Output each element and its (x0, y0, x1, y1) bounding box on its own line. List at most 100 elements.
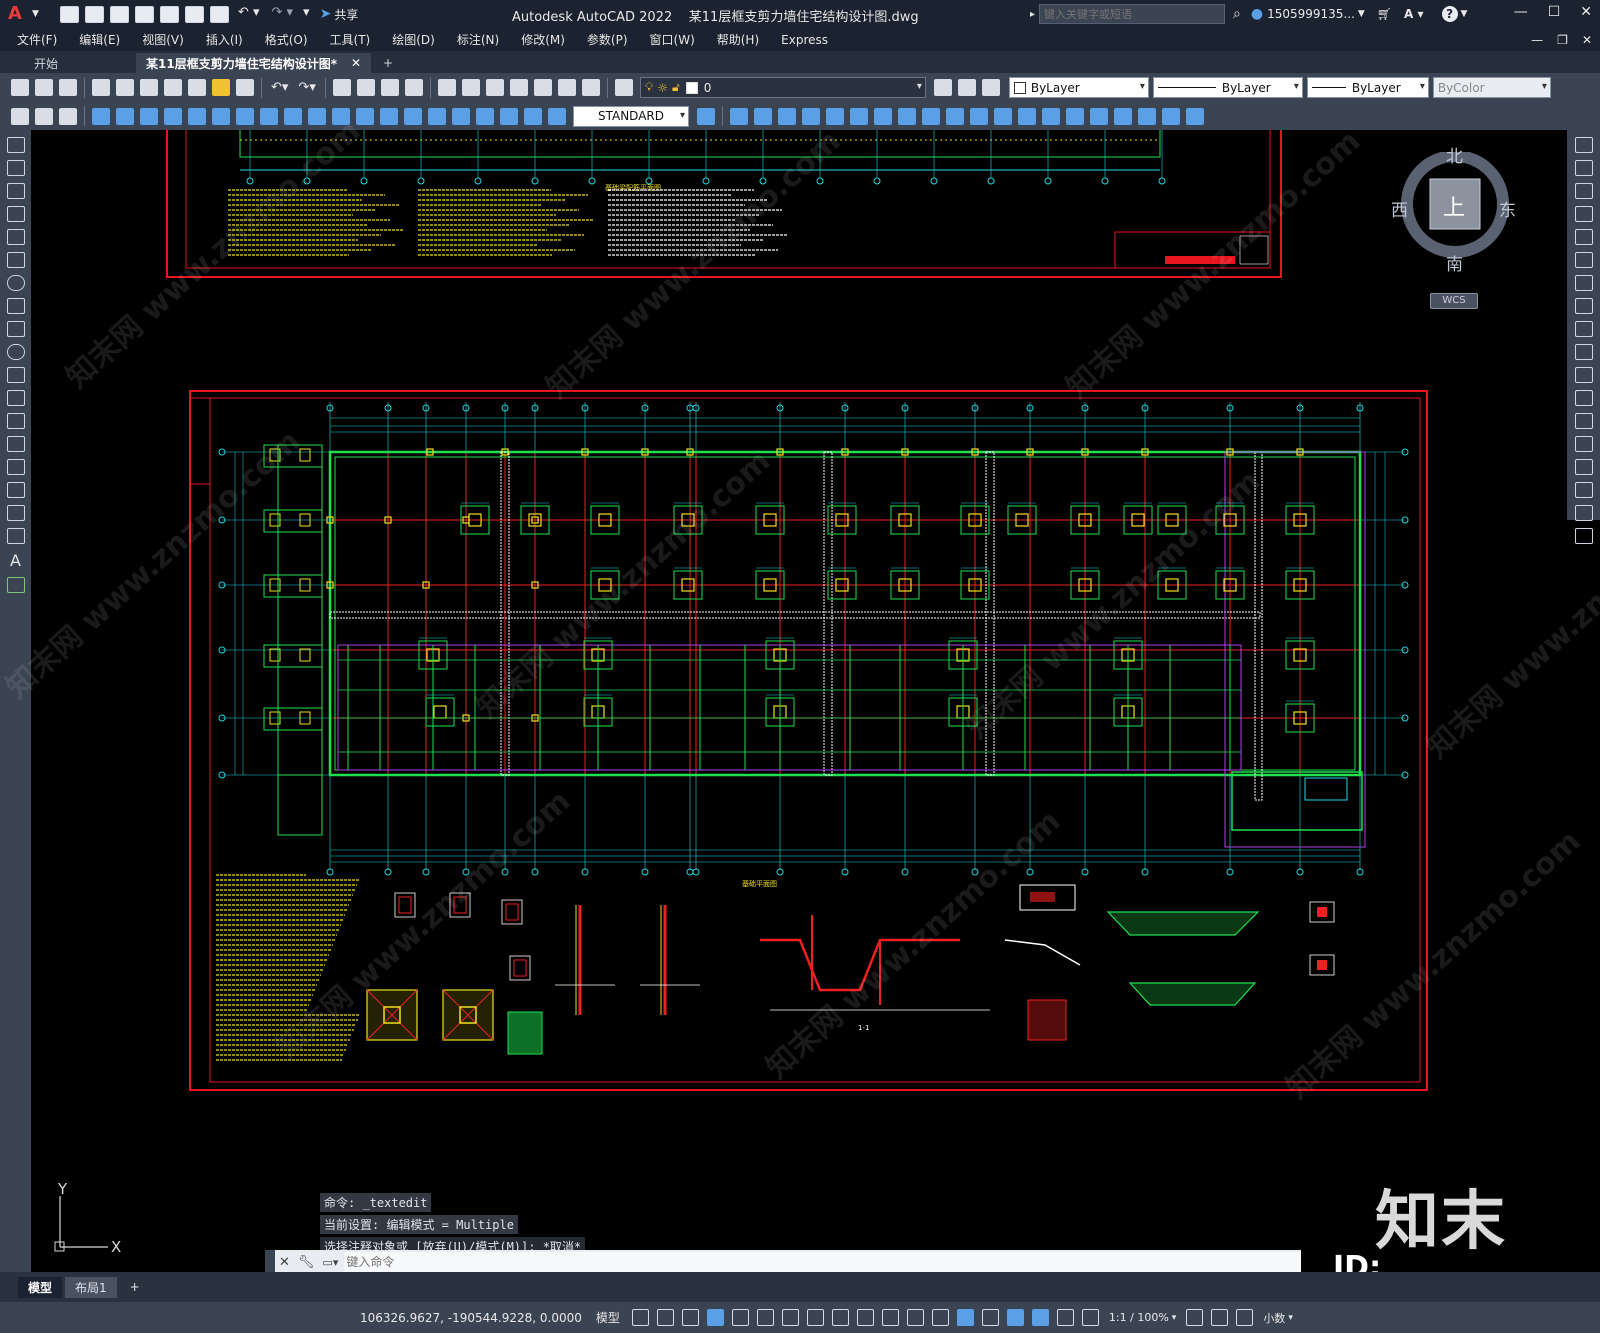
units-chevron-icon[interactable]: ▾ (1288, 1313, 1293, 1323)
annotation-visibility-icon[interactable] (1031, 1309, 1049, 1326)
customize-qat-icon[interactable]: ▾ (303, 6, 310, 23)
markup-icon[interactable] (533, 79, 552, 96)
make-block-icon[interactable] (6, 413, 25, 429)
viewcube-west-label[interactable]: 西 (1391, 196, 1408, 221)
close-command-line-icon[interactable]: ✕ (279, 1255, 290, 1270)
revision-cloud-icon[interactable] (6, 298, 25, 314)
workspace-gear-icon[interactable] (1186, 1309, 1204, 1326)
new-file-icon[interactable] (59, 5, 79, 23)
doc-restore-icon[interactable]: ❐ (1557, 33, 1568, 47)
gizmo-icon[interactable] (1006, 1309, 1024, 1326)
menu-express[interactable]: Express (770, 33, 839, 47)
sheet-set-icon[interactable] (509, 79, 528, 96)
trim-side-icon[interactable] (1574, 344, 1593, 360)
point-icon[interactable] (6, 436, 25, 452)
jogged-linear-icon[interactable] (476, 107, 494, 125)
linear-dimension-icon[interactable] (92, 107, 110, 125)
erase-side-icon[interactable] (1574, 137, 1593, 153)
viewcube-east-label[interactable]: 东 (1499, 196, 1516, 221)
dimension-edit-icon[interactable] (500, 107, 518, 125)
rotate-side-icon[interactable] (1574, 275, 1593, 291)
search-expand-icon[interactable]: ▸ (1030, 9, 1035, 20)
units-icon[interactable] (1236, 1309, 1254, 1326)
wcs-menu[interactable]: WCS (1430, 293, 1478, 309)
tool-palettes-icon[interactable] (485, 79, 504, 96)
menu-insert[interactable]: 插入(I) (195, 31, 254, 48)
help-search-input[interactable] (1039, 4, 1226, 24)
plot-icon[interactable] (209, 5, 229, 23)
undo-icon[interactable]: ↶ ▾ (238, 6, 260, 23)
polyline-icon[interactable] (6, 183, 25, 199)
arc-icon[interactable] (6, 252, 25, 268)
polygon-icon[interactable] (6, 206, 25, 222)
save-icon[interactable] (109, 5, 129, 23)
menu-window[interactable]: 窗口(W) (639, 31, 706, 48)
tab-model[interactable]: 模型 (18, 1276, 63, 1298)
copy-object-icon[interactable] (730, 107, 748, 125)
menu-draw[interactable]: 绘图(D) (381, 31, 446, 48)
extend-icon[interactable] (946, 107, 964, 125)
dimension-update-icon[interactable] (548, 107, 566, 125)
infer-constraints-icon[interactable] (681, 1309, 699, 1326)
minimize-window-icon[interactable]: — (1514, 4, 1528, 20)
draworder-icon[interactable] (1114, 107, 1132, 125)
print-preview-icon[interactable] (116, 79, 134, 96)
multiline-text-icon[interactable]: A (0, 551, 31, 570)
layer-tool-3-icon[interactable] (59, 107, 77, 125)
selection-filter-icon[interactable] (981, 1309, 999, 1326)
lineweight-dropdown[interactable]: ByLayer ▾ (1306, 77, 1429, 98)
insert-block-icon[interactable] (6, 390, 25, 406)
help-icon[interactable]: ? (1441, 6, 1458, 22)
menu-modify[interactable]: 修改(M) (510, 31, 576, 48)
match-properties-icon[interactable] (236, 79, 254, 96)
zoom-window-icon[interactable] (380, 79, 399, 96)
menu-file[interactable]: 文件(F) (6, 31, 68, 48)
isodraft-icon[interactable] (781, 1309, 799, 1326)
share-button[interactable]: ➤ 共享 (320, 6, 359, 23)
help-toolbar-icon[interactable] (581, 79, 600, 96)
break-side-icon[interactable] (1574, 413, 1593, 429)
scale-icon[interactable] (874, 107, 892, 125)
open-web-icon[interactable] (159, 5, 179, 23)
redo-icon[interactable]: ↷ ▾ (271, 6, 293, 23)
send-back-icon[interactable] (1162, 107, 1180, 125)
viewcube-north-label[interactable]: 北 (1446, 142, 1463, 167)
open-file-icon[interactable] (84, 5, 104, 23)
erase-icon[interactable] (1090, 107, 1108, 125)
tab-close-icon[interactable]: ✕ (351, 56, 361, 70)
save-as-icon[interactable] (134, 5, 154, 23)
properties-icon[interactable] (437, 79, 456, 96)
print-icon[interactable] (92, 79, 110, 96)
new-tab-button[interactable]: + (373, 53, 403, 73)
join-icon[interactable] (994, 107, 1012, 125)
tab-start[interactable]: 开始 (24, 53, 134, 73)
menu-format[interactable]: 格式(O) (254, 31, 319, 48)
menu-help[interactable]: 帮助(H) (706, 31, 770, 48)
drawing-canvas[interactable]: 基础梁配筋平面图 基础平面图 1-1 Y X (31, 130, 1567, 1272)
user-menu-chevron-icon[interactable]: ▼ (1358, 9, 1365, 19)
ellipse-icon[interactable] (6, 344, 25, 360)
color-dropdown[interactable]: ByLayer ▾ (1008, 77, 1149, 98)
stretch-side-icon[interactable] (1574, 321, 1593, 337)
gradient-icon[interactable] (6, 482, 25, 498)
tab-layout1[interactable]: 布局1 (65, 1276, 117, 1298)
cart-icon[interactable]: 🛒︎ (1377, 7, 1392, 21)
layer-tool-1-icon[interactable] (11, 107, 29, 125)
linetype-dropdown[interactable]: ByLayer ▾ (1152, 77, 1303, 98)
layer-properties-icon[interactable] (614, 79, 633, 96)
object-snap-tracking-icon[interactable] (806, 1309, 824, 1326)
hatch-icon[interactable] (6, 459, 25, 475)
dynamic-input-icon[interactable] (706, 1309, 724, 1326)
search-icon[interactable]: ⌕ (1233, 6, 1241, 22)
design-center-icon[interactable] (461, 79, 480, 96)
app-menu-chevron-icon[interactable]: ▼ (32, 9, 39, 19)
menu-edit[interactable]: 编辑(E) (68, 31, 131, 48)
ellipse-arc-icon[interactable] (6, 367, 25, 383)
baseline-dimension-icon[interactable] (308, 107, 326, 125)
close-window-icon[interactable]: ✕ (1580, 4, 1592, 20)
table-icon[interactable] (6, 528, 25, 544)
auto-scale-icon[interactable] (1056, 1309, 1074, 1326)
customize-command-icon[interactable]: 🔧︎ (298, 1255, 315, 1270)
aligned-dimension-icon[interactable] (116, 107, 134, 125)
paste-icon[interactable] (212, 79, 230, 96)
